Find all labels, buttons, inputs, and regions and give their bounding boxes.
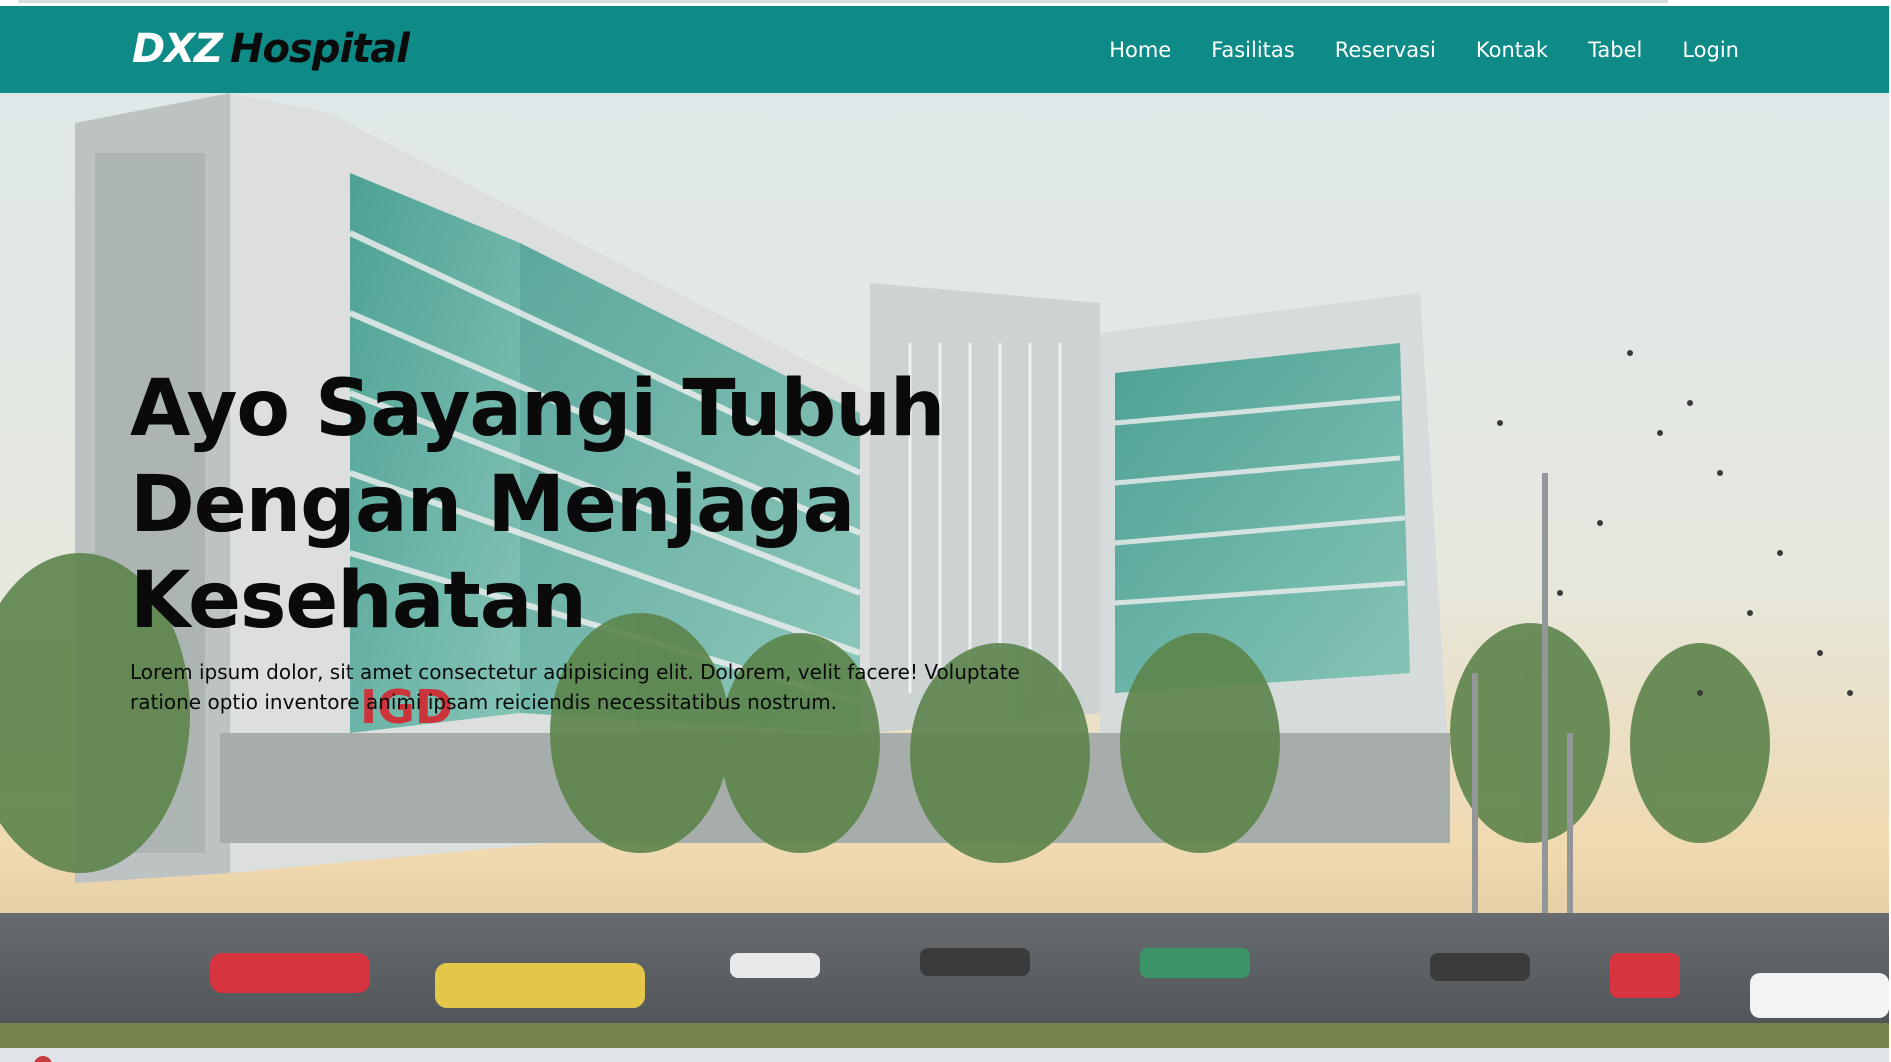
nav-login-link[interactable]: Login [1682, 38, 1739, 62]
nav-menu: Home Fasilitas Reservasi Kontak Tabel Lo… [1109, 6, 1739, 93]
hero-text-block: Ayo Sayangi Tubuh Dengan Menjaga Kesehat… [130, 361, 1030, 717]
top-scroll-indicator [18, 0, 1668, 3]
brand-logo[interactable]: DXZ Hospital [132, 24, 410, 74]
hero-title-line2: Dengan Menjaga [130, 460, 855, 550]
hero-section: IGD Ayo Sayangi Tubuh Dengan Menjaga Kes… [0, 93, 1889, 1048]
nav-reservasi-link[interactable]: Reservasi [1335, 38, 1436, 62]
nav-tabel-link[interactable]: Tabel [1588, 38, 1642, 62]
nav-home-link[interactable]: Home [1109, 38, 1171, 62]
navbar: DXZ Hospital Home Fasilitas Reservasi Kon… [0, 6, 1889, 93]
brand-part1: DXZ [132, 26, 223, 72]
hero-title-line3: Kesehatan [130, 556, 587, 646]
hero-title-line1: Ayo Sayangi Tubuh [130, 364, 945, 454]
bottom-strip [0, 1048, 1891, 1062]
brand-part2: Hospital [230, 26, 410, 72]
nav-fasilitas-link[interactable]: Fasilitas [1211, 38, 1295, 62]
hero-title: Ayo Sayangi Tubuh Dengan Menjaga Kesehat… [130, 361, 1030, 649]
nav-kontak-link[interactable]: Kontak [1476, 38, 1548, 62]
status-dot-icon [34, 1056, 52, 1062]
hero-description: Lorem ipsum dolor, sit amet consectetur … [130, 660, 1020, 714]
